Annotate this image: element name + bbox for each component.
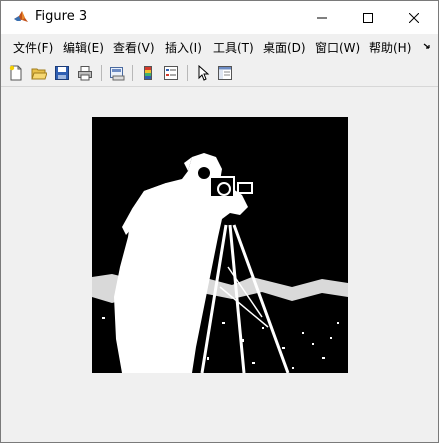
maximize-button[interactable]: [345, 1, 391, 34]
new-figure-button[interactable]: [7, 64, 25, 82]
figure-canvas[interactable]: [1, 87, 438, 442]
figure-window: Figure 3 文件(F) 编辑(E) 查看(V) 插入(I) 工具(T) 桌…: [0, 0, 439, 443]
save-figure-button[interactable]: [53, 64, 71, 82]
close-button[interactable]: [391, 1, 437, 34]
window-title: Figure 3: [35, 9, 88, 24]
new-figure-icon: [9, 65, 22, 81]
title-bar[interactable]: Figure 3: [1, 1, 438, 34]
insert-colorbar-button[interactable]: [139, 64, 157, 82]
insert-legend-icon: [164, 66, 178, 80]
toolbar-separator: [101, 65, 102, 81]
menu-help[interactable]: 帮助(H): [369, 39, 411, 56]
open-file-button[interactable]: [30, 64, 48, 82]
open-file-icon: [31, 68, 47, 80]
minimize-icon: [317, 17, 327, 18]
menu-insert[interactable]: 插入(I): [165, 39, 202, 56]
chevron-more-icon[interactable]: [422, 41, 432, 55]
menu-bar: 文件(F) 编辑(E) 查看(V) 插入(I) 工具(T) 桌面(D) 窗口(W…: [1, 34, 438, 60]
print-figure-icon: [78, 66, 92, 81]
save-figure-icon: [55, 66, 69, 80]
edit-plot-button[interactable]: [194, 64, 212, 82]
minimize-button[interactable]: [299, 1, 345, 34]
insert-legend-button[interactable]: [162, 64, 180, 82]
print-figure-button[interactable]: [76, 64, 94, 82]
menu-file[interactable]: 文件(F): [13, 39, 53, 56]
menu-tools[interactable]: 工具(T): [213, 39, 254, 56]
link-plot-icon: [110, 67, 125, 81]
edit-plot-icon: [198, 65, 210, 81]
menu-window[interactable]: 窗口(W): [315, 39, 360, 56]
maximize-icon: [363, 12, 373, 23]
matlab-icon: [13, 9, 29, 25]
menu-desktop[interactable]: 桌面(D): [263, 39, 306, 56]
image-axes[interactable]: [92, 117, 348, 374]
property-editor-button[interactable]: [216, 64, 234, 82]
close-icon: [409, 12, 419, 23]
property-editor-icon: [218, 66, 232, 80]
menu-edit[interactable]: 编辑(E): [63, 39, 104, 56]
binary-threshold-image: [92, 117, 348, 374]
menu-view[interactable]: 查看(V): [113, 39, 155, 56]
toolbar-separator: [187, 65, 188, 81]
link-plot-button[interactable]: [108, 64, 126, 82]
insert-colorbar-icon: [144, 66, 152, 80]
toolbar-separator: [132, 65, 133, 81]
figure-toolbar: [1, 60, 438, 87]
